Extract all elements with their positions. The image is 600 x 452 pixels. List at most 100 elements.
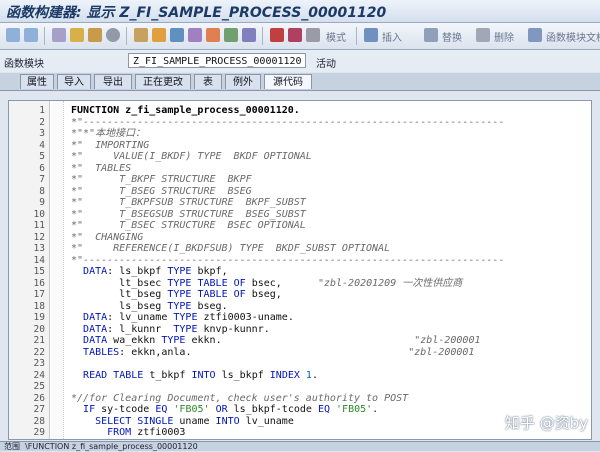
check-icon[interactable] [88, 28, 102, 42]
line-code: TABLES: ekkn,anla. "zbl-200001 [83, 346, 475, 358]
line-code: DATA: ls_bkpf TYPE bkpf, [83, 266, 228, 277]
line-code: IF sy-tcode EQ 'FB05' OR ls_bkpf-tcode E… [83, 404, 379, 415]
code-line[interactable]: 6 *" TABLES [9, 162, 591, 175]
activate-icon[interactable] [70, 28, 84, 42]
code-line[interactable]: 25 [9, 381, 591, 393]
code-line[interactable]: 1 FUNCTION z_fi_sample_process_00001120. [9, 105, 591, 117]
tab-source-code[interactable]: 源代码 [264, 74, 312, 89]
delete-button[interactable]: 删除 [494, 29, 514, 44]
code-line[interactable]: 26 *//for Clearing Document, check user's… [9, 392, 591, 405]
tab-export[interactable]: 导出 [94, 74, 132, 89]
breakpoint-icon[interactable] [288, 28, 302, 42]
docs-icon[interactable] [528, 28, 542, 42]
tab-tables[interactable]: 表 [194, 74, 222, 89]
line-code: *" REFERENCE(I_BKDFSUB) TYPE BKDF_SUBST … [71, 243, 391, 254]
line-number: 11 [33, 220, 45, 231]
code-line[interactable]: 7 *" T_BKPF STRUCTURE BKPF [9, 174, 591, 186]
code-line[interactable]: 15 DATA: ls_bkpf TYPE bkpf, [9, 266, 591, 278]
line-code: SELECT SINGLE uname INTO lv_uname [95, 415, 294, 427]
code-line[interactable]: 9 *" T_BKPFSUB STRUCTURE BKPF_SUBST [9, 197, 591, 209]
line-number: 24 [33, 369, 45, 381]
replace-icon[interactable] [424, 28, 438, 42]
tab-attributes[interactable]: 属性 [20, 74, 54, 89]
code-line[interactable]: 19 DATA: lv_uname TYPE ztfi0003-uname. [9, 312, 591, 324]
navigation-icon[interactable] [188, 28, 202, 42]
line-number: 16 [33, 277, 45, 289]
tab-strip: 属性 导入 导出 正在更改 表 例外 源代码 [0, 73, 600, 91]
line-number: 3 [39, 128, 45, 139]
where-used-icon[interactable] [134, 28, 148, 42]
code-line[interactable]: 22 TABLES: ekkn,anla. "zbl-200001 [9, 346, 591, 359]
code-line[interactable]: 17 lt_bseg TYPE TABLE OF bseg, [9, 289, 591, 301]
line-code: lt_bsec TYPE TABLE OF bsec, "zbl-2020120… [119, 277, 463, 289]
line-number: 28 [33, 415, 45, 427]
line-code: *//for Clearing Document, check user's a… [71, 392, 409, 404]
code-line[interactable]: 14 *"------------------------------------… [9, 255, 591, 267]
replace-button[interactable]: 替换 [442, 29, 462, 44]
line-code: *" VALUE(I_BKDF) TYPE BKDF OPTIONAL [71, 151, 312, 162]
code-line[interactable]: 10 *" T_BSEGSUB STRUCTURE BSEG_SUBST [9, 208, 591, 221]
outline-icon[interactable] [224, 28, 238, 42]
source-code-editor[interactable]: 1 FUNCTION z_fi_sample_process_00001120. 2… [8, 100, 592, 440]
edit-pencil-icon[interactable] [152, 28, 166, 42]
line-number: 29 [33, 427, 45, 438]
line-number: 27 [33, 404, 45, 415]
status-text: 范围 \FUNCTION z_fi_sample_process_0000112… [4, 442, 198, 451]
application-toolbar: 模式 插入 替换 删除 函数模块文档 [0, 23, 600, 50]
object-list-icon[interactable] [170, 28, 184, 42]
line-code: *" T_BKPF STRUCTURE BKPF [71, 174, 252, 185]
pattern-button[interactable]: 模式 [326, 29, 346, 44]
line-number: 22 [33, 346, 45, 358]
tab-exceptions[interactable]: 例外 [225, 74, 261, 89]
code-line[interactable]: 13 *" REFERENCE(I_BKDFSUB) TYPE BKDF_SUBS… [9, 243, 591, 255]
line-code: READ TABLE t_bkpf INTO ls_bkpf INDEX 1. [83, 369, 318, 381]
line-number: 26 [33, 392, 45, 404]
line-code: DATA wa_ekkn TYPE ekkn. "zbl-200001 [83, 335, 481, 346]
line-number: 2 [39, 116, 45, 128]
line-code: *" T_BSEGSUB STRUCTURE BSEG_SUBST [71, 208, 306, 220]
line-number: 5 [39, 151, 45, 162]
line-code: *" CHANGING [71, 231, 144, 243]
line-number: 23 [33, 358, 45, 369]
line-code: *" TABLES [71, 162, 132, 174]
line-number: 9 [39, 197, 45, 208]
code-line[interactable]: 8 *" T_BSEG STRUCTURE BSEG [9, 186, 591, 198]
code-line[interactable]: 20 DATA: l_kunnr TYPE knvp-kunnr. [9, 324, 591, 336]
code-line[interactable]: 12 *" CHANGING [9, 231, 591, 244]
line-number: 1 [39, 105, 45, 116]
pattern-icon[interactable] [306, 28, 320, 42]
toolbar-separator [356, 27, 357, 45]
test-icon[interactable] [106, 28, 120, 42]
line-code: FUNCTION z_fi_sample_process_00001120. [71, 105, 300, 116]
code-line[interactable]: 21 DATA wa_ekkn TYPE ekkn. "zbl-200001 [9, 335, 591, 347]
code-line[interactable]: 4 *" IMPORTING [9, 140, 591, 152]
function-module-field[interactable]: Z_FI_SAMPLE_PROCESS_00001120 [128, 53, 306, 68]
code-line[interactable]: 3 *"*"本地接口： [9, 128, 591, 140]
tab-import[interactable]: 导入 [57, 74, 91, 89]
code-line[interactable]: 16 lt_bsec TYPE TABLE OF bsec, "zbl-2020… [9, 277, 591, 290]
code-line[interactable]: 23 [9, 358, 591, 370]
code-line[interactable]: 11 *" T_BSEC STRUCTURE BSEC OPTIONAL [9, 220, 591, 232]
delete-icon[interactable] [476, 28, 490, 42]
display-change-icon[interactable] [52, 28, 66, 42]
insert-icon[interactable] [364, 28, 378, 42]
forward-arrow-icon[interactable] [24, 28, 38, 42]
insert-button[interactable]: 插入 [382, 29, 402, 44]
function-docs-button[interactable]: 函数模块文档 [546, 29, 600, 44]
code-line[interactable]: 24 READ TABLE t_bkpf INTO ls_bkpf INDEX … [9, 369, 591, 382]
hierarchy-icon[interactable] [206, 28, 220, 42]
line-code: lt_bseg TYPE TABLE OF bseg, [119, 289, 282, 300]
code-line[interactable]: 18 ls_bseg TYPE bseg. [9, 301, 591, 313]
function-module-label: 函数模块 [4, 59, 44, 70]
line-number: 12 [33, 231, 45, 243]
tab-changing[interactable]: 正在更改 [135, 74, 191, 89]
line-code: *" T_BSEC STRUCTURE BSEC OPTIONAL [71, 220, 306, 231]
code-line[interactable]: 2 *"-------------------------------------… [9, 116, 591, 129]
line-code: DATA: lv_uname TYPE ztfi0003-uname. [83, 312, 294, 323]
line-code: *" T_BKPFSUB STRUCTURE BKPF_SUBST [71, 197, 306, 208]
toolbar-separator [262, 27, 263, 45]
back-arrow-icon[interactable] [6, 28, 20, 42]
info-icon[interactable] [242, 28, 256, 42]
code-line[interactable]: 5 *" VALUE(I_BKDF) TYPE BKDF OPTIONAL [9, 151, 591, 163]
stop-icon[interactable] [270, 28, 284, 42]
